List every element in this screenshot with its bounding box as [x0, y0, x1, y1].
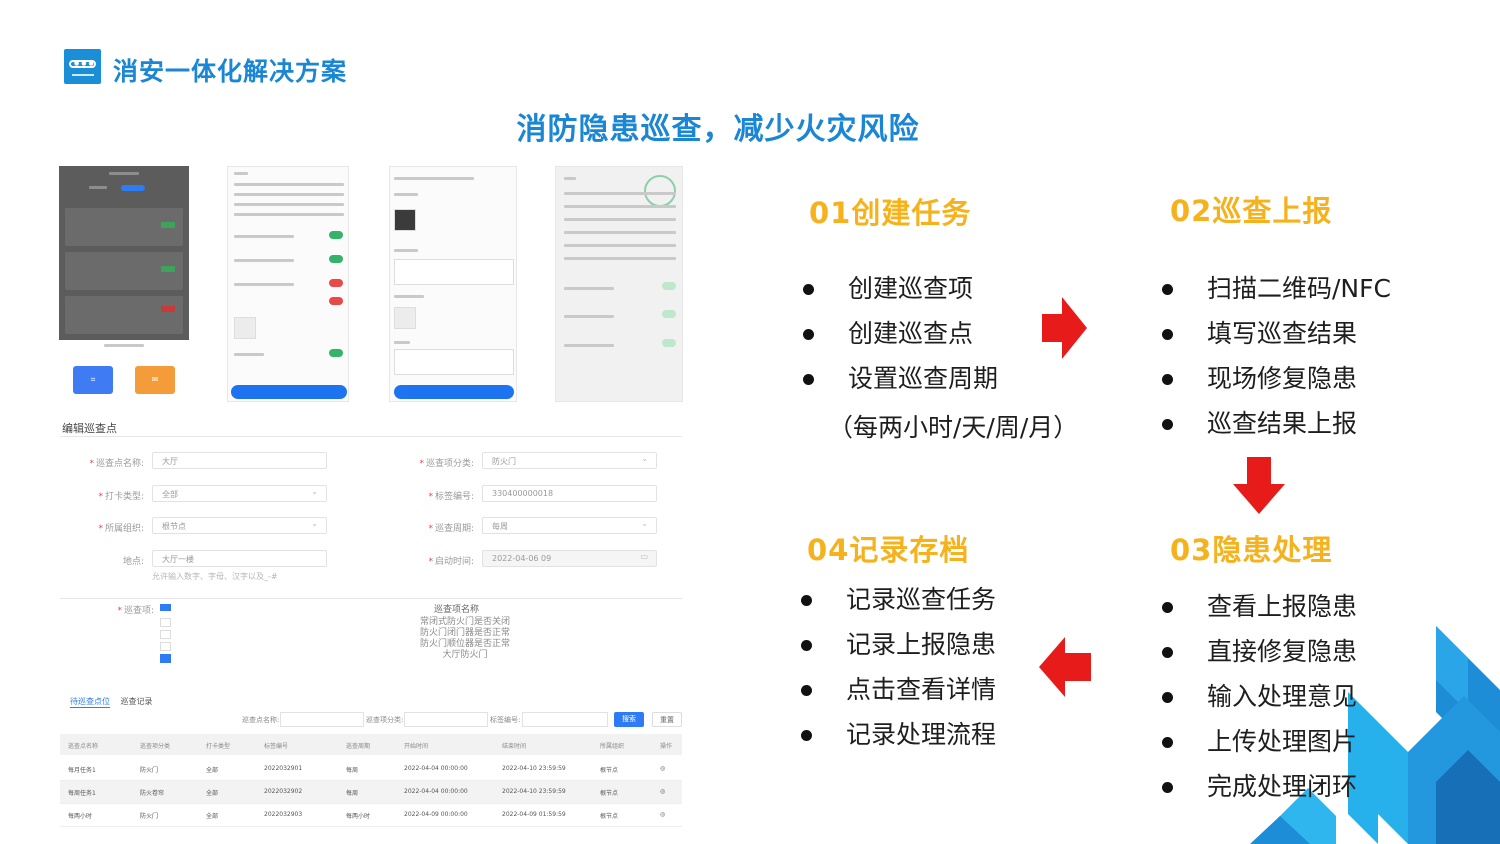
item-checkbox[interactable] — [160, 642, 171, 651]
nfc-tile[interactable]: ✉ — [135, 366, 175, 394]
tab-pending-points[interactable]: 待巡查点位 — [70, 697, 110, 708]
item-checkbox[interactable] — [160, 630, 171, 639]
list-item: 创建巡查点 — [803, 317, 998, 362]
list-item: 输入处理意见 — [1162, 680, 1357, 725]
table-row: 每周任务1 防火卷帘 全部 2022032902 每周 2022-04-04 0… — [60, 781, 682, 804]
field-label: * 标签编号: — [428, 492, 474, 502]
list-item: 创建巡查项 — [803, 272, 998, 317]
step3-title: 03隐患处理 — [1170, 533, 1333, 567]
confirm-button[interactable] — [394, 385, 514, 399]
search-tag-input[interactable] — [522, 712, 608, 727]
list-item: 记录巡查任务 — [801, 583, 996, 628]
view-icon[interactable]: ◎ — [660, 788, 665, 795]
search-button[interactable]: 搜索 — [614, 712, 644, 727]
field-label: * 启动时间: — [428, 557, 474, 567]
table-row: 每两小时 防火门 全部 2022032903 每两小时 2022-04-09 0… — [60, 804, 682, 827]
field-label: * 打卡类型: — [98, 492, 144, 502]
field-label: * 所属组织: — [98, 524, 144, 534]
tag-number-input[interactable]: 330400000018 — [482, 485, 657, 502]
seal-icon — [644, 175, 676, 207]
tab-patrol-records[interactable]: 巡查记录 — [121, 697, 153, 706]
start-time-picker[interactable]: 2022-04-06 09 ▭ — [482, 550, 657, 567]
step4-title: 04记录存档 — [807, 533, 970, 567]
list-item: 记录处理流程 — [801, 718, 996, 763]
step1-list: 创建巡查项 创建巡查点 设置巡查周期 — [803, 272, 998, 407]
form-title: 编辑巡查点 — [62, 422, 117, 435]
table-tabs: 待巡查点位 巡查记录 — [70, 696, 161, 708]
organization-select[interactable]: 根节点 ⌄ — [152, 517, 327, 534]
patrol-cycle-select[interactable]: 每周 ⌄ — [482, 517, 657, 534]
search-label: 标签编号: — [490, 716, 521, 724]
divider — [60, 436, 682, 437]
items-column-header: 巡查项名称 — [434, 605, 480, 615]
qr-scan-tile[interactable]: ⌗ — [73, 366, 113, 394]
calendar-icon: ▭ — [640, 552, 648, 561]
checkin-type-select[interactable]: 全部 ⌄ — [152, 485, 327, 502]
inspection-item: 大厅防火门 — [442, 650, 488, 660]
search-label: 巡查点名称: — [242, 716, 280, 724]
brand-title: 消安一体化解决方案 — [113, 57, 348, 86]
list-item: 完成处理闭环 — [1162, 770, 1357, 815]
inspection-item: 防火门闭门器是否正常 — [419, 628, 510, 638]
search-label: 巡查项分类: — [366, 716, 404, 724]
search-name-input[interactable] — [280, 712, 364, 727]
chevron-down-icon: ⌄ — [311, 487, 318, 496]
step2-list: 扫描二维码/NFC 填写巡查结果 现场修复隐患 巡查结果上报 — [1162, 272, 1391, 452]
field-label: * 巡查周期: — [428, 524, 474, 534]
input-hint: 允许输入数字、字母、汉字以及_-# — [152, 572, 278, 581]
list-item: 上传处理图片 — [1162, 725, 1357, 770]
submit-button[interactable] — [231, 385, 347, 399]
item-checkbox[interactable] — [160, 654, 171, 663]
item-category-select[interactable]: 防火门 ⌄ — [482, 452, 657, 469]
app-screenshot-inspection-items — [227, 166, 349, 402]
list-item: 扫描二维码/NFC — [1162, 272, 1391, 317]
list-item: 填写巡查结果 — [1162, 317, 1391, 362]
list-item: 直接修复隐患 — [1162, 635, 1357, 680]
search-category-select[interactable] — [404, 712, 488, 727]
field-label: * 巡查项分类: — [419, 459, 474, 469]
arrow-right-icon — [1042, 297, 1087, 359]
app-screenshot-patrol-list — [59, 166, 189, 340]
step2-title: 02巡查上报 — [1170, 194, 1333, 228]
cycle-note: （每两小时/天/周/月） — [828, 413, 1079, 442]
item-checkbox[interactable] — [160, 618, 171, 627]
select-all-checkbox[interactable] — [160, 604, 171, 611]
app-screenshot-checkin-type: ⌗ ✉ — [59, 340, 189, 402]
list-item: 记录上报隐患 — [801, 628, 996, 673]
inspection-item: 防火门顺位器是否正常 — [419, 639, 510, 649]
list-item: 现场修复隐患 — [1162, 362, 1391, 407]
brand-logo: ●●● — [64, 49, 101, 84]
table-header: 巡查点名称 巡查项分类 打卡类型 标签编号 巡查周期 开始时间 结束时间 所属组… — [60, 734, 682, 755]
view-icon[interactable]: ◎ — [660, 765, 665, 772]
arrow-left-icon — [1039, 637, 1091, 697]
field-label: * 巡查项: — [117, 606, 154, 616]
divider — [60, 598, 682, 599]
step1-title: 01创建任务 — [809, 196, 972, 230]
list-item: 巡查结果上报 — [1162, 407, 1391, 452]
app-screenshot-hazard-report — [389, 166, 517, 402]
list-item: 点击查看详情 — [801, 673, 996, 718]
list-item: 设置巡查周期 — [803, 362, 998, 407]
step3-list: 查看上报隐患 直接修复隐患 输入处理意见 上传处理图片 完成处理闭环 — [1162, 590, 1357, 815]
page-headline: 消防隐患巡查，减少火灾风险 — [516, 112, 920, 147]
patrol-point-name-input[interactable]: 大厅 — [152, 452, 327, 469]
chevron-down-icon: ⌄ — [311, 519, 318, 528]
chevron-down-icon: ⌄ — [641, 519, 648, 528]
inspection-item: 常闭式防火门是否关闭 — [419, 617, 510, 627]
table-row: 每月任务1 防火门 全部 2022032901 每周 2022-04-04 00… — [60, 758, 682, 781]
list-item: 查看上报隐患 — [1162, 590, 1357, 635]
view-icon[interactable]: ◎ — [660, 811, 665, 818]
step4-list: 记录巡查任务 记录上报隐患 点击查看详情 记录处理流程 — [801, 583, 996, 763]
chevron-down-icon: ⌄ — [641, 454, 648, 463]
field-label: * 巡查点名称: — [89, 459, 144, 469]
reset-button[interactable]: 重置 — [652, 712, 682, 727]
app-screenshot-record-detail — [555, 166, 683, 402]
arrow-down-icon — [1233, 457, 1285, 514]
location-input[interactable]: 大厅一楼 — [152, 550, 327, 567]
field-label: 地点: — [122, 557, 144, 567]
